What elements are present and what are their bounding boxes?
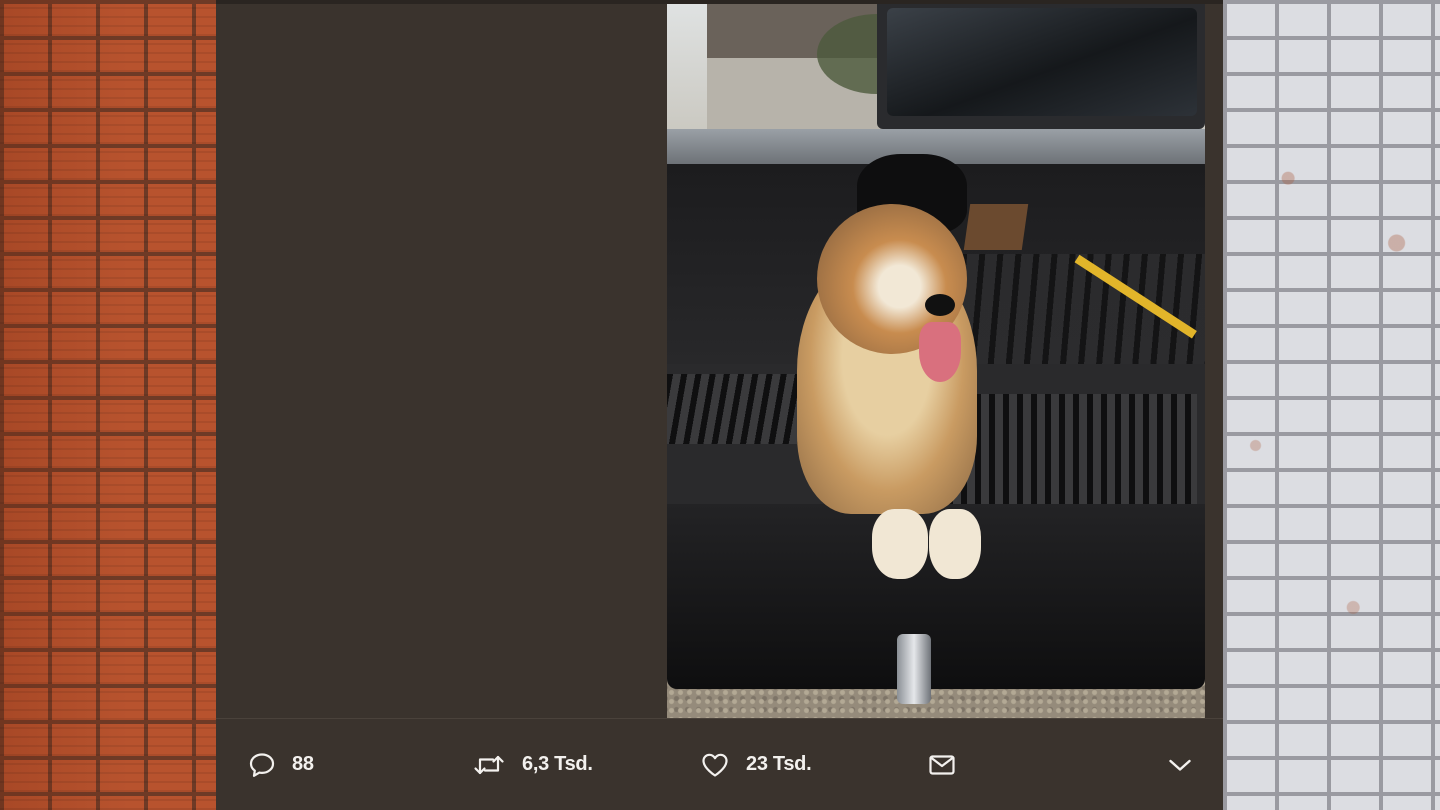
photo-truck-window	[887, 8, 1197, 116]
photo-box	[963, 204, 1029, 250]
photo-dog-tongue	[919, 322, 961, 382]
photo-dog-paw-left	[872, 509, 928, 579]
chevron-down-icon	[1166, 751, 1194, 779]
photo-dog-paw-right	[929, 509, 981, 579]
photo-dog-nose	[925, 294, 955, 316]
left-brick-wall	[0, 0, 216, 810]
heart-icon	[700, 751, 730, 779]
retweet-count: 6,3 Tsd.	[522, 753, 593, 775]
like-count: 23 Tsd.	[746, 753, 812, 775]
photo-tailgate-ribs-left	[667, 374, 807, 444]
tweet-action-bar: 88 6,3 Tsd. 23 Tsd.	[216, 719, 1223, 810]
tweet-photo[interactable]	[667, 4, 1205, 718]
direct-message-button[interactable]	[927, 719, 957, 810]
envelope-icon	[927, 751, 957, 779]
like-button[interactable]: 23 Tsd.	[700, 719, 812, 810]
retweet-icon	[472, 751, 506, 779]
tweet-card: 88 6,3 Tsd. 23 Tsd.	[216, 0, 1223, 810]
more-options-button[interactable]	[1166, 719, 1194, 810]
reply-count: 88	[292, 753, 314, 775]
right-brick-wall	[1223, 0, 1440, 810]
speech-bubble-icon	[248, 751, 276, 779]
reply-button[interactable]: 88	[248, 719, 314, 810]
retweet-button[interactable]: 6,3 Tsd.	[472, 719, 593, 810]
photo-hitch	[897, 634, 931, 704]
